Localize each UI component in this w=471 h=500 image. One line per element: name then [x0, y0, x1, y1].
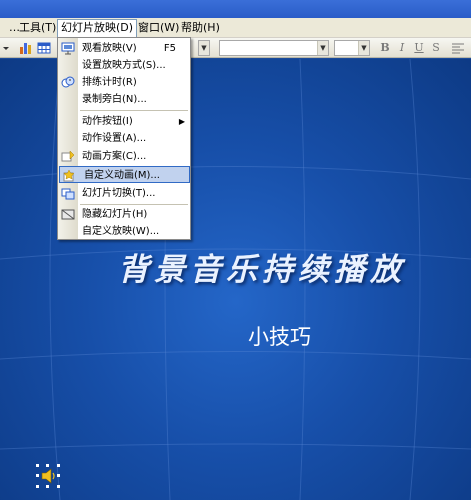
align-left-icon[interactable] — [450, 41, 466, 55]
menu-item-label: 设置放映方式(S)... — [82, 60, 166, 71]
menu-item-label: 动作设置(A)... — [82, 133, 147, 144]
menu-item-label: 自定义放映(W)... — [82, 226, 160, 237]
menu-item-custom-shows[interactable]: 自定义放映(W)... — [58, 223, 190, 240]
slideshow-menu: 观看放映(V) F5 设置放映方式(S)... 排练计时(R) 录制旁白(N).… — [57, 37, 191, 240]
menu-tools[interactable]: 工具(T) — [16, 20, 59, 36]
menu-slideshow[interactable]: 幻灯片放映(D) — [57, 19, 138, 38]
menu-item-label: 动作按钮(I) — [82, 116, 133, 127]
slide-title[interactable]: 背景音乐持续播放 — [118, 244, 406, 289]
italic-button[interactable]: I — [395, 41, 409, 55]
toolbar-overflow[interactable]: ▼ — [198, 40, 210, 56]
menu-item-setup-show[interactable]: 设置放映方式(S)... — [58, 57, 190, 74]
hide-slide-icon — [61, 208, 75, 221]
menu-item-label: 录制旁白(N)... — [82, 94, 147, 105]
underline-button[interactable]: U — [412, 41, 426, 55]
menu-item-action-settings[interactable]: 动作设置(A)... — [58, 130, 190, 147]
bold-button[interactable]: B — [378, 41, 392, 55]
table-icon[interactable] — [37, 41, 51, 55]
menu-item-label: 动画方案(C)... — [82, 151, 147, 162]
custom-animation-icon — [63, 169, 77, 182]
menu-bar: … 工具(T) 幻灯片放映(D) 窗口(W) 帮助(H) — [0, 18, 471, 38]
font-name-combo[interactable]: ▼ — [219, 40, 329, 56]
menu-item-view-show[interactable]: 观看放映(V) F5 — [58, 40, 190, 57]
menu-item-custom-animation[interactable]: 自定义动画(M)... — [59, 166, 190, 183]
menu-shortcut: F5 — [163, 43, 176, 54]
menu-item-slide-transition[interactable]: 幻灯片切换(T)... — [58, 185, 190, 202]
slideshow-icon — [61, 42, 75, 55]
menu-item-label: 幻灯片切换(T)... — [82, 188, 156, 199]
menu-separator — [80, 110, 188, 111]
timer-icon — [61, 76, 75, 89]
speaker-icon[interactable] — [36, 464, 60, 488]
chevron-down-icon[interactable] — [2, 41, 10, 55]
menu-item-action-buttons[interactable]: 动作按钮(I) ▶ — [58, 113, 190, 130]
menu-item-label: 自定义动画(M)... — [84, 170, 160, 181]
menu-item-animation-schemes[interactable]: 动画方案(C)... — [58, 148, 190, 165]
shadow-button[interactable]: S — [429, 41, 443, 55]
menu-item-rehearse-timings[interactable]: 排练计时(R) — [58, 74, 190, 91]
menu-item-hide-slide[interactable]: 隐藏幻灯片(H) — [58, 206, 190, 223]
menu-item-record-narration[interactable]: 录制旁白(N)... — [58, 91, 190, 108]
submenu-arrow-icon: ▶ — [178, 117, 185, 126]
menu-separator — [80, 204, 188, 205]
slide-transition-icon — [61, 187, 75, 200]
title-bar-strip — [0, 0, 471, 18]
menu-item-label: 观看放映(V) — [82, 43, 137, 54]
chart-icon[interactable] — [19, 41, 33, 55]
menu-item-label: 隐藏幻灯片(H) — [82, 209, 148, 220]
menu-window[interactable]: 窗口(W) — [135, 20, 182, 36]
menu-item-label: 排练计时(R) — [82, 77, 137, 88]
slide-subtitle[interactable]: 小技巧 — [248, 321, 311, 351]
animation-scheme-icon — [61, 150, 75, 163]
menu-help[interactable]: 帮助(H) — [178, 20, 223, 36]
font-size-combo[interactable]: ▼ — [334, 40, 370, 56]
